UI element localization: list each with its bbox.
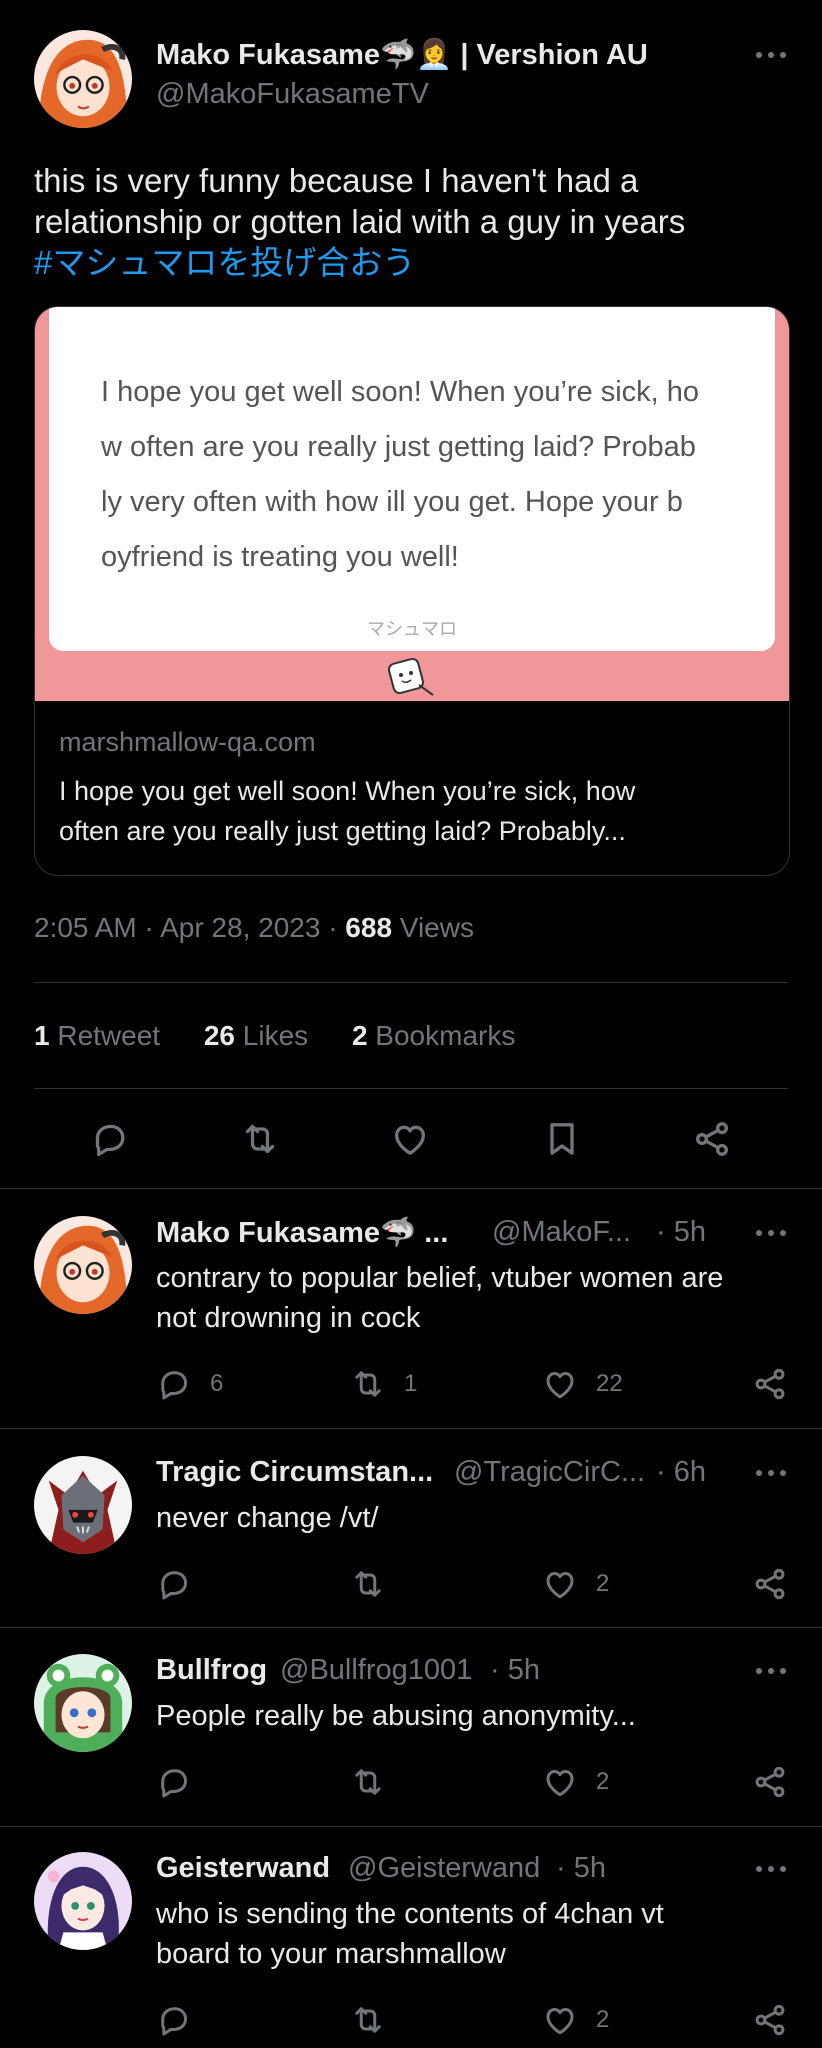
reply-author-name[interactable]: Geisterwand [156, 1852, 330, 1885]
like-icon[interactable] [538, 1364, 582, 1404]
like-count: 2 [596, 2006, 610, 2033]
retweets-stat[interactable]: 1 Retweet [34, 1020, 160, 1051]
like-count: 22 [596, 1370, 623, 1397]
like-icon[interactable] [538, 2000, 582, 2040]
reply-text-line: People really be abusing anonymity... [156, 1700, 636, 1732]
more-icon[interactable] [756, 52, 786, 58]
reply-author-name[interactable]: Tragic Circumstan... [156, 1456, 433, 1489]
like-count: 2 [596, 1768, 610, 1795]
reply-icon[interactable] [152, 2000, 196, 2040]
retweet-count: 1 [404, 1370, 418, 1397]
share-icon[interactable] [748, 2000, 792, 2040]
link-card[interactable]: I hope you get well soon! When you’re si… [34, 306, 790, 876]
tweet-text-line: this is very funny because I haven't had… [34, 162, 639, 199]
more-icon[interactable] [756, 1866, 786, 1872]
share-icon[interactable] [748, 1364, 792, 1404]
reply-text-line: who is sending the contents of 4chan vt [156, 1898, 664, 1930]
reply-time[interactable]: · 6h [656, 1456, 706, 1489]
retweet-icon[interactable] [346, 1762, 390, 1802]
reply-time[interactable]: · 5h [490, 1654, 540, 1687]
marshmallow-brand: マシュマロ [367, 619, 457, 639]
reply-author-handle[interactable]: @MakoF... [492, 1216, 631, 1249]
reply-time[interactable]: · 5h [656, 1216, 706, 1249]
reply-icon[interactable] [86, 1118, 134, 1160]
card-description-line: often are you really just getting laid? … [59, 816, 626, 846]
divider [34, 1088, 788, 1089]
marshmallow-icon [385, 655, 437, 699]
more-icon[interactable] [756, 1230, 786, 1236]
share-icon[interactable] [748, 1762, 792, 1802]
reply-text-line: never change /vt/ [156, 1502, 379, 1534]
reply-text: contrary to popular belief, vtuber women… [156, 1258, 796, 1338]
like-icon[interactable] [538, 1762, 582, 1802]
retweet-icon[interactable] [346, 1564, 390, 1604]
marshmallow-message-box: I hope you get well soon! When you’re si… [49, 307, 775, 651]
message-line: w often are you really just getting laid… [101, 431, 696, 463]
message-line: I hope you get well soon! When you’re si… [101, 376, 700, 408]
views-label: Views [392, 912, 474, 943]
like-count: 2 [596, 1570, 610, 1597]
bookmarks-stat[interactable]: 2 Bookmarks [352, 1020, 515, 1051]
divider [0, 1188, 822, 1189]
reply-author-handle[interactable]: @Geisterwand [348, 1852, 540, 1885]
message-line: oyfriend is treating you well! [101, 541, 459, 573]
retweet-icon[interactable] [346, 2000, 390, 2040]
card-domain: marshmallow-qa.com [59, 727, 316, 757]
card-description-line: I hope you get well soon! When you’re si… [59, 776, 636, 806]
share-icon[interactable] [688, 1118, 736, 1160]
timestamp[interactable]: 2:05 AM · Apr 28, 2023 · [34, 912, 345, 943]
like-icon[interactable] [538, 1564, 582, 1604]
divider [34, 982, 788, 983]
card-description: I hope you get well soon! When you’re si… [59, 771, 769, 851]
views-count: 688 [345, 912, 393, 943]
tweet-text: this is very funny because I haven't had… [34, 160, 794, 283]
card-image: I hope you get well soon! When you’re si… [35, 307, 789, 701]
more-icon[interactable] [756, 1470, 786, 1476]
reply-time[interactable]: · 5h [556, 1852, 606, 1885]
reply-author-name[interactable]: Bullfrog [156, 1654, 267, 1687]
likes-stat[interactable]: 26 Likes [204, 1020, 308, 1051]
divider [0, 1826, 822, 1827]
reply-icon[interactable] [152, 1364, 196, 1404]
reply-author-handle[interactable]: @Bullfrog1001 [280, 1654, 472, 1687]
author-name[interactable]: Mako Fukasame🦈👩‍💼 | Vershion AU [156, 38, 648, 72]
reply-text: who is sending the contents of 4chan vt … [156, 1894, 796, 1974]
hashtag-link[interactable]: #マシュマロを投げ合おう [34, 242, 794, 283]
avatar[interactable] [34, 1216, 132, 1314]
avatar[interactable] [34, 1456, 132, 1554]
reply-text-line: contrary to popular belief, vtuber women… [156, 1262, 724, 1294]
retweet-icon[interactable] [236, 1118, 284, 1160]
reply-count: 6 [210, 1370, 224, 1397]
divider [0, 1627, 822, 1628]
reply-text: People really be abusing anonymity... [156, 1696, 796, 1736]
marshmallow-message: I hope you get well soon! When you’re si… [101, 365, 761, 585]
reply-text: never change /vt/ [156, 1498, 796, 1538]
reply-icon[interactable] [152, 1564, 196, 1604]
author-handle[interactable]: @MakoFukasameTV [156, 78, 429, 111]
retweet-icon[interactable] [346, 1364, 390, 1404]
reply-author-name[interactable]: Mako Fukasame🦈 ... [156, 1216, 448, 1250]
author-avatar[interactable] [34, 30, 132, 128]
reply-text-line: not drowning in cock [156, 1302, 421, 1334]
divider [0, 1428, 822, 1429]
message-line: ly very often with how ill you get. Hope… [101, 486, 683, 518]
bookmark-icon[interactable] [538, 1118, 586, 1160]
reply-text-line: board to your marshmallow [156, 1938, 506, 1970]
more-icon[interactable] [756, 1668, 786, 1674]
share-icon[interactable] [748, 1564, 792, 1604]
reply-author-handle[interactable]: @TragicCirC... [454, 1456, 645, 1489]
tweet-meta: 2:05 AM · Apr 28, 2023 · 688 Views [34, 912, 474, 944]
tweet-text-line: relationship or gotten laid with a guy i… [34, 203, 686, 240]
avatar[interactable] [34, 1654, 132, 1752]
like-icon[interactable] [386, 1118, 434, 1160]
avatar[interactable] [34, 1852, 132, 1950]
tweet-stats: 1 Retweet 26 Likes 2 Bookmarks [34, 1020, 515, 1052]
reply-icon[interactable] [152, 1762, 196, 1802]
